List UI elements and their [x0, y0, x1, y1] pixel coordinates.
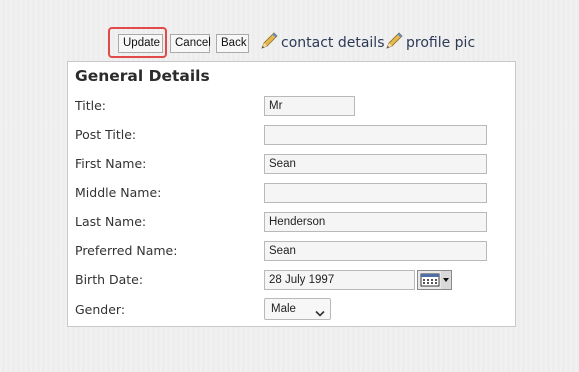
cancel-button[interactable]: Cancel	[170, 34, 211, 53]
back-button[interactable]: Back	[216, 34, 249, 53]
middle-name-label: Middle Name:	[75, 185, 162, 200]
pencil-icon	[384, 31, 406, 55]
last-name-label: Last Name:	[75, 214, 147, 229]
update-button[interactable]: Update	[118, 34, 163, 53]
pencil-icon	[259, 31, 281, 55]
profile-pic-label: profile pic	[406, 35, 476, 51]
first-name-field[interactable]: Sean	[264, 154, 487, 174]
general-details-panel: General Details Title: Mr Post Title: Fi…	[67, 61, 516, 327]
title-label: Title:	[75, 98, 106, 113]
gender-label: Gender:	[75, 302, 126, 317]
post-title-field[interactable]	[264, 125, 487, 145]
chevron-down-icon	[315, 305, 325, 325]
preferred-name-field[interactable]: Sean	[264, 241, 487, 261]
birth-date-label: Birth Date:	[75, 272, 144, 287]
profile-pic-link[interactable]: profile pic	[384, 31, 475, 55]
gender-value: Male	[271, 303, 296, 315]
preferred-name-label: Preferred Name:	[75, 243, 178, 258]
title-field[interactable]: Mr	[264, 96, 355, 116]
contact-details-link[interactable]: contact details	[259, 31, 384, 55]
gender-select[interactable]: Male	[264, 298, 331, 320]
post-title-label: Post Title:	[75, 127, 137, 142]
first-name-label: First Name:	[75, 156, 147, 171]
birth-date-field[interactable]: 28 July 1997	[264, 270, 415, 290]
contact-details-label: contact details	[281, 35, 385, 51]
calendar-button[interactable]	[417, 270, 452, 290]
last-name-field[interactable]: Henderson	[264, 212, 487, 232]
middle-name-field[interactable]	[264, 183, 487, 203]
panel-title: General Details	[75, 67, 210, 85]
